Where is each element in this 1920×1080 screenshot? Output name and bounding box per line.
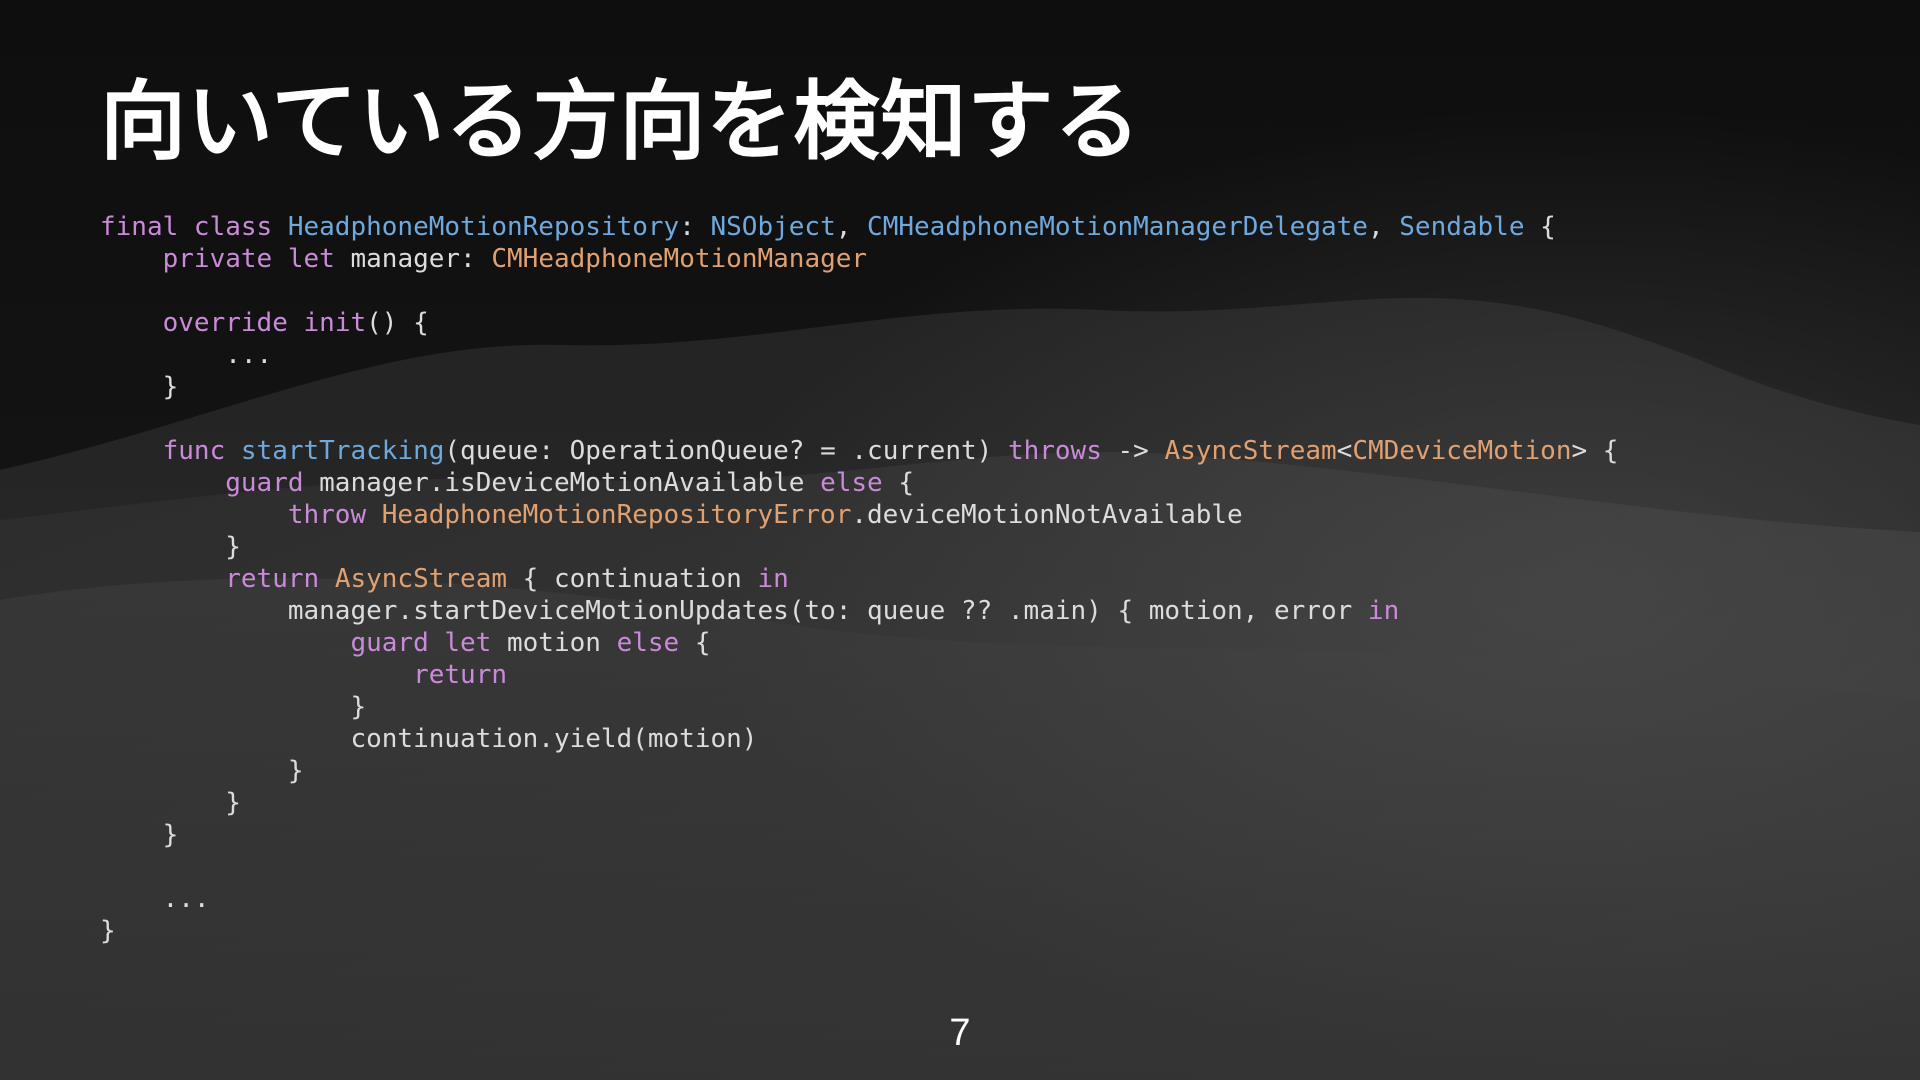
code-token: guard [350,628,445,658]
code-token: } [100,788,241,818]
code-token: { [679,628,711,658]
code-line: } [100,755,1618,787]
code-token: ... [100,884,210,914]
code-line: } [100,819,1618,851]
code-token: let [444,628,507,658]
code-token: in [757,564,789,594]
code-line: } [100,531,1618,563]
code-line: func startTracking(queue: OperationQueue… [100,435,1619,467]
page-number: 7 [949,1012,971,1054]
code-token: continuation.yield(motion) [100,724,758,754]
slide: 向いている方向を検知する final class HeadphoneMotion… [0,0,1920,1080]
code-token: } [100,820,179,850]
code-token: return [225,564,335,594]
code-token: manager.isDeviceMotionAvailable [319,468,821,498]
code-token: AsyncStream [334,564,507,594]
code-token: > { [1571,436,1619,466]
code-line: } [100,915,1618,947]
code-token: let [287,244,351,274]
code-line: continuation.yield(motion) [100,723,1618,755]
code-line: } [100,691,1618,723]
code-line: manager.startDeviceMotionUpdates(to: que… [100,595,1618,627]
code-token: init [303,308,367,338]
code-token: class [193,212,288,242]
code-token: { [1524,212,1556,242]
code-token: Sendable [1399,212,1525,242]
code-token: else [616,628,680,658]
code-token: AsyncStream [1164,436,1337,466]
code-line: guard manager.isDeviceMotionAvailable el… [100,467,1618,499]
code-line: override init() { [100,307,1618,339]
code-token: else [820,468,883,498]
code-line: throw HeadphoneMotionRepositoryError.dev… [100,499,1618,531]
code-token: in [1367,596,1400,626]
code-token: ... [100,340,273,370]
code-token: manager: [350,244,492,274]
code-block: final class HeadphoneMotionRepository: N… [100,211,1618,947]
code-line: private let manager: CMHeadphoneMotionMa… [100,243,1618,275]
code-token: HeadphoneMotionRepositoryError [381,500,852,530]
code-token: , [1367,212,1400,242]
code-line: ... [100,339,1618,371]
code-token: override [162,308,304,338]
code-token: } [100,916,116,946]
code-token: } [100,532,241,562]
code-line: final class HeadphoneMotionRepository: N… [100,211,1618,243]
code-line: } [100,371,1618,403]
code-token: throws [1007,436,1102,466]
code-token: guard [225,468,320,498]
code-line: return [100,659,1618,691]
code-token: func [162,436,241,466]
code-token: , [835,212,868,242]
code-token: { [882,468,914,498]
code-token: } [100,756,304,786]
code-token: motion [507,628,617,658]
code-token: { continuation [507,564,758,594]
code-token: < [1336,436,1353,466]
code-token: -> [1101,436,1165,466]
code-token: } [100,692,367,722]
code-token: return [413,660,507,690]
code-token: .deviceMotionNotAvailable [851,500,1243,530]
code-line: ... [100,883,1618,915]
code-token: CMHeadphoneMotionManager [491,244,868,274]
code-line: return AsyncStream { continuation in [100,563,1618,595]
code-token: CMDeviceMotion [1352,436,1572,466]
code-token: : [679,212,711,242]
code-line: } [100,787,1618,819]
code-token: NSObject [710,212,836,242]
code-token: HeadphoneMotionRepository [287,212,680,242]
code-token: manager.startDeviceMotionUpdates(to: que… [100,596,1368,626]
slide-title: 向いている方向を検知する [100,72,1142,172]
code-token: (queue: OperationQueue? = .current) [444,436,1008,466]
code-token: } [100,372,179,402]
code-token: () { [366,308,429,338]
code-token: private [162,244,288,274]
code-token: startTracking [240,436,445,466]
code-token: final [100,212,194,242]
code-token: CMHeadphoneMotionManagerDelegate [867,212,1368,242]
code-line: guard let motion else { [100,627,1618,659]
code-token: throw [287,500,382,530]
